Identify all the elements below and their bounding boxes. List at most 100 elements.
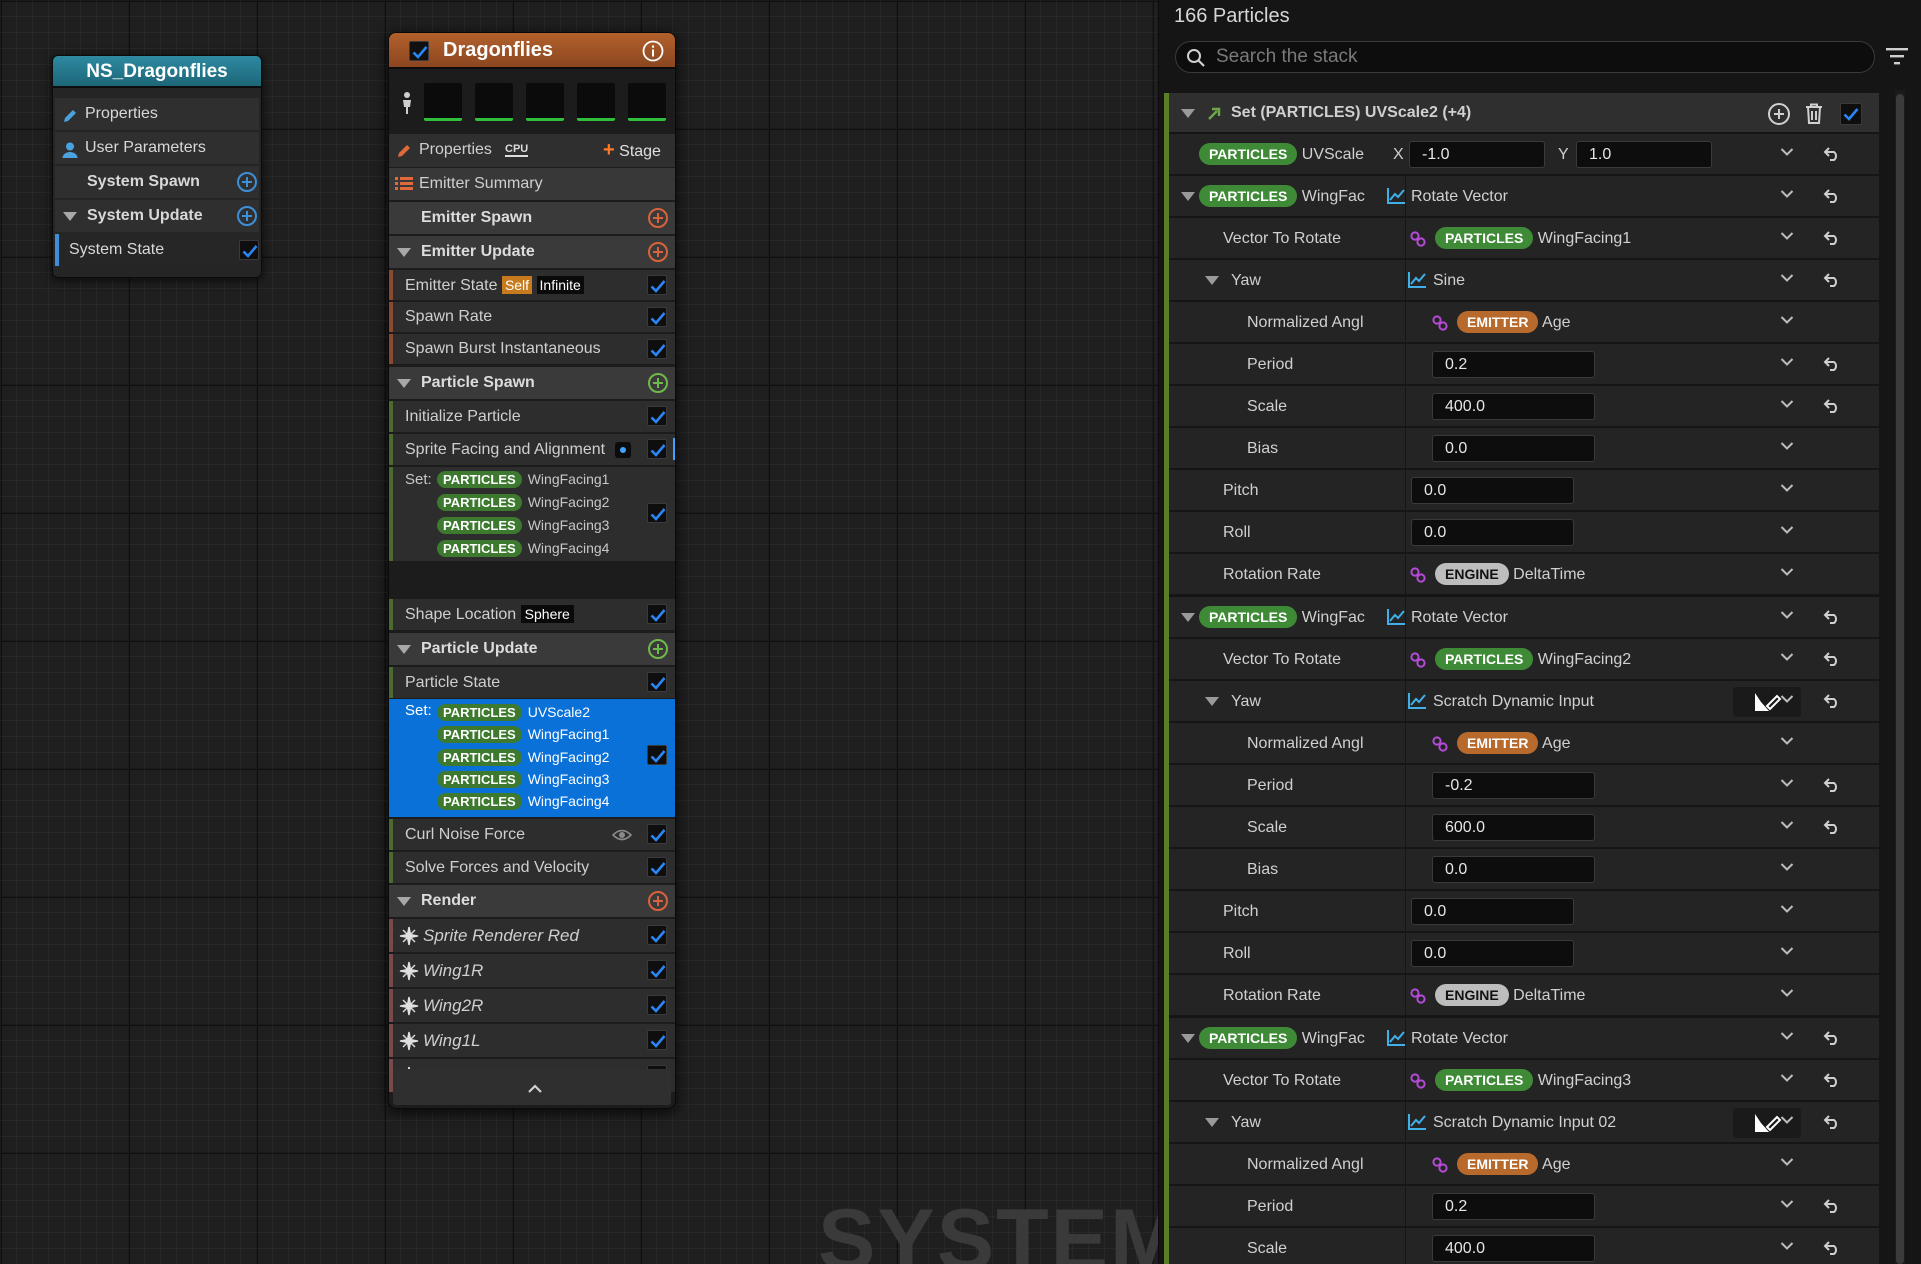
chevron-down-icon[interactable] <box>1780 1115 1794 1125</box>
reset-icon[interactable] <box>1823 230 1841 246</box>
add-particle-spawn-icon[interactable] <box>648 373 668 393</box>
reset-icon[interactable] <box>1823 146 1841 162</box>
collapse-arrow-icon[interactable] <box>397 379 411 388</box>
emitter-state-checkbox[interactable] <box>647 275 667 295</box>
solve-forces-checkbox[interactable] <box>647 857 667 877</box>
system-state-row[interactable]: System State <box>55 234 259 266</box>
chevron-down-icon[interactable] <box>1780 862 1794 872</box>
collapse-arrow-icon[interactable] <box>63 212 77 221</box>
collapse-arrow-icon[interactable] <box>1181 109 1195 118</box>
add-emitter-spawn-icon[interactable] <box>648 208 668 228</box>
chevron-down-icon[interactable] <box>1780 189 1794 199</box>
reset-icon[interactable] <box>1823 609 1841 625</box>
reset-icon[interactable] <box>1823 777 1841 793</box>
emitter-properties-row[interactable]: Properties CPU + Stage <box>389 134 675 167</box>
system-spawn-row[interactable]: System Spawn <box>55 166 259 198</box>
particle-state-row[interactable]: Particle State <box>389 667 675 698</box>
chevron-down-icon[interactable] <box>1780 736 1794 746</box>
collapse-arrow-icon[interactable] <box>1181 192 1195 201</box>
collapse-arrow-icon[interactable] <box>1205 1118 1219 1127</box>
system-node[interactable]: NS_Dragonflies Properties User Parameter… <box>52 55 262 278</box>
roll-row[interactable]: Roll 0.0 <box>1169 512 1879 553</box>
reset-icon[interactable] <box>1823 1072 1841 1088</box>
renderer-row[interactable]: Wing1R <box>389 954 675 987</box>
system-update-row[interactable]: System Update <box>55 200 259 232</box>
reset-icon[interactable] <box>1823 1114 1841 1130</box>
emitter-update-row[interactable]: Emitter Update <box>389 236 675 268</box>
shape-location-checkbox[interactable] <box>647 604 667 624</box>
add-system-update-icon[interactable] <box>237 206 257 226</box>
chevron-down-icon[interactable] <box>1780 988 1794 998</box>
reset-icon[interactable] <box>1823 356 1841 372</box>
set-spawn-module-row[interactable]: Set: PARTICLES WingFacing1 PARTICLES WingF… <box>389 467 675 561</box>
initialize-particle-row[interactable]: Initialize Particle <box>389 401 675 432</box>
chevron-down-icon[interactable] <box>1780 567 1794 577</box>
chevron-down-icon[interactable] <box>1780 483 1794 493</box>
add-system-spawn-icon[interactable] <box>237 172 257 192</box>
reset-icon[interactable] <box>1823 398 1841 414</box>
chevron-down-icon[interactable] <box>1780 652 1794 662</box>
system-state-checkbox[interactable] <box>239 240 259 260</box>
chevron-down-icon[interactable] <box>1780 525 1794 535</box>
uvscale-row[interactable]: PARTICLES UVScale X -1.0 Y 1.0 <box>1169 134 1879 175</box>
chevron-down-icon[interactable] <box>1780 1031 1794 1041</box>
reset-icon[interactable] <box>1823 1240 1841 1256</box>
emitter-summary-row[interactable]: Emitter Summary <box>389 168 675 200</box>
reset-icon[interactable] <box>1823 693 1841 709</box>
chevron-down-icon[interactable] <box>1780 1199 1794 1209</box>
renderer-row[interactable]: Wing1L <box>389 1024 675 1057</box>
collapse-node-button[interactable] <box>393 1069 671 1105</box>
normalized-angle-row[interactable]: Normalized Angl EMITTER Age <box>1169 723 1879 764</box>
chevron-down-icon[interactable] <box>1780 147 1794 157</box>
bias-field[interactable]: 0.0 <box>1432 435 1595 462</box>
search-input[interactable]: Search the stack <box>1175 41 1875 73</box>
particle-update-row[interactable]: Particle Update <box>389 633 675 665</box>
period-field[interactable]: -0.2 <box>1432 772 1595 799</box>
scrollbar-track[interactable] <box>1895 90 1905 1264</box>
collapse-arrow-icon[interactable] <box>1205 697 1219 706</box>
roll-field[interactable]: 0.0 <box>1411 519 1574 546</box>
module-header-row[interactable]: Set (PARTICLES) UVScale2 (+4) <box>1169 93 1879 133</box>
emitter-node[interactable]: Dragonflies Properties CPU + Stage Emitt… <box>388 32 676 1109</box>
set-update-checkbox[interactable] <box>647 745 667 765</box>
normalized-angle-row[interactable]: Normalized Angl EMITTER Age <box>1169 302 1879 343</box>
vector-to-rotate-row[interactable]: Vector To Rotate PARTICLES WingFacing1 <box>1169 218 1879 259</box>
info-icon[interactable] <box>642 40 664 67</box>
chevron-down-icon[interactable] <box>1780 1241 1794 1251</box>
trash-icon[interactable] <box>1805 103 1823 129</box>
chevron-down-icon[interactable] <box>1780 778 1794 788</box>
scale-row[interactable]: Scale 400.0 <box>1169 1228 1879 1264</box>
renderer-checkbox[interactable] <box>647 995 667 1015</box>
add-particle-update-icon[interactable] <box>648 639 668 659</box>
rotate-vector-row[interactable]: PARTICLES WingFac Rotate Vector <box>1169 597 1879 638</box>
curl-noise-row[interactable]: Curl Noise Force <box>389 819 675 850</box>
vector-to-rotate-row[interactable]: Vector To Rotate PARTICLES WingFacing2 <box>1169 639 1879 680</box>
yaw-row[interactable]: Yaw Scratch Dynamic Input <box>1169 681 1879 722</box>
renderer-checkbox[interactable] <box>647 925 667 945</box>
vector-to-rotate-row[interactable]: Vector To Rotate PARTICLES WingFacing3 <box>1169 1060 1879 1101</box>
reset-icon[interactable] <box>1823 188 1841 204</box>
add-stage-button[interactable]: + Stage <box>603 134 661 168</box>
chevron-down-icon[interactable] <box>1780 231 1794 241</box>
yaw-row[interactable]: Yaw Scratch Dynamic Input 02 <box>1169 1102 1879 1143</box>
solve-forces-row[interactable]: Solve Forces and Velocity <box>389 852 675 883</box>
user-parameters-row[interactable]: User Parameters <box>55 132 259 164</box>
chevron-down-icon[interactable] <box>1780 904 1794 914</box>
renderer-row[interactable]: Sprite Renderer Red <box>389 919 675 952</box>
uvscale-x-field[interactable]: -1.0 <box>1409 141 1545 168</box>
collapse-arrow-icon[interactable] <box>1181 613 1195 622</box>
chevron-down-icon[interactable] <box>1780 441 1794 451</box>
collapse-arrow-icon[interactable] <box>397 645 411 654</box>
render-row[interactable]: Render <box>389 885 675 917</box>
pitch-row[interactable]: Pitch 0.0 <box>1169 470 1879 511</box>
rotate-vector-row[interactable]: PARTICLES WingFac Rotate Vector <box>1169 1018 1879 1059</box>
spawn-burst-row[interactable]: Spawn Burst Instantaneous <box>389 334 675 364</box>
set-update-module-row[interactable]: Set: PARTICLES UVScale2 PARTICLES WingFaci… <box>389 699 675 817</box>
system-properties-row[interactable]: Properties <box>55 98 259 130</box>
bias-field[interactable]: 0.0 <box>1432 856 1595 883</box>
scalability-icon[interactable] <box>399 91 415 120</box>
uvscale-y-field[interactable]: 1.0 <box>1576 141 1712 168</box>
module-enable-checkbox[interactable] <box>1840 103 1862 125</box>
reset-icon[interactable] <box>1823 272 1841 288</box>
collapse-arrow-icon[interactable] <box>1205 276 1219 285</box>
